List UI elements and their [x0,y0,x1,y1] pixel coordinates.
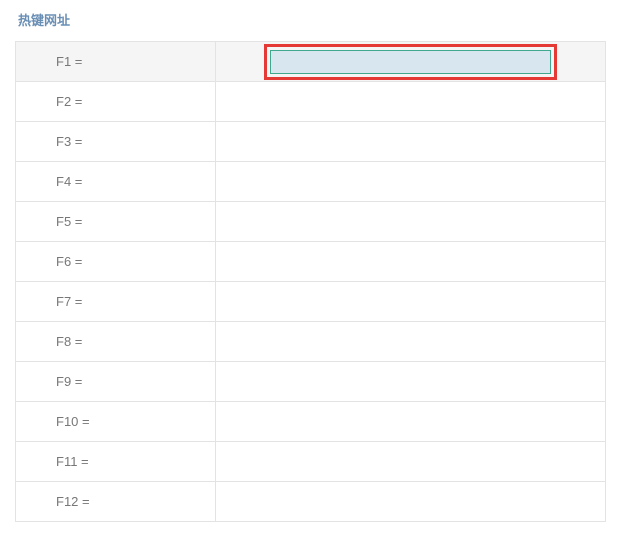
table-row: F12 = [16,482,606,522]
table-row: F11 = [16,442,606,482]
hotkey-label: F2 = [16,82,216,122]
hotkey-value-cell[interactable] [216,322,606,362]
hotkey-label: F4 = [16,162,216,202]
hotkey-label: F8 = [16,322,216,362]
hotkey-tbody: F1 =F2 =F3 =F4 =F5 =F6 =F7 =F8 =F9 =F10 … [16,42,606,522]
selection-highlight [264,44,557,80]
hotkey-label: F10 = [16,402,216,442]
hotkey-value-cell[interactable] [216,442,606,482]
hotkey-label: F1 = [16,42,216,82]
hotkey-value-cell[interactable] [216,402,606,442]
hotkey-value-cell[interactable] [216,122,606,162]
hotkey-label: F3 = [16,122,216,162]
hotkey-label: F9 = [16,362,216,402]
table-row: F6 = [16,242,606,282]
hotkey-value-cell[interactable] [216,202,606,242]
table-row: F7 = [16,282,606,322]
hotkey-value-cell[interactable] [216,242,606,282]
table-row: F1 = [16,42,606,82]
table-row: F3 = [16,122,606,162]
table-row: F5 = [16,202,606,242]
hotkey-label: F5 = [16,202,216,242]
hotkey-label: F12 = [16,482,216,522]
table-row: F8 = [16,322,606,362]
hotkey-value-cell[interactable] [216,82,606,122]
table-row: F2 = [16,82,606,122]
hotkey-value-cell[interactable] [216,482,606,522]
hotkey-label: F11 = [16,442,216,482]
hotkey-value-cell[interactable] [216,42,606,82]
hotkey-label: F7 = [16,282,216,322]
hotkey-value-cell[interactable] [216,162,606,202]
table-row: F9 = [16,362,606,402]
hotkey-url-input[interactable] [270,50,551,74]
table-row: F10 = [16,402,606,442]
section-title: 热键网址 [15,10,606,29]
hotkey-table: F1 =F2 =F3 =F4 =F5 =F6 =F7 =F8 =F9 =F10 … [15,41,606,522]
hotkey-value-cell[interactable] [216,362,606,402]
hotkey-label: F6 = [16,242,216,282]
table-row: F4 = [16,162,606,202]
hotkey-value-cell[interactable] [216,282,606,322]
